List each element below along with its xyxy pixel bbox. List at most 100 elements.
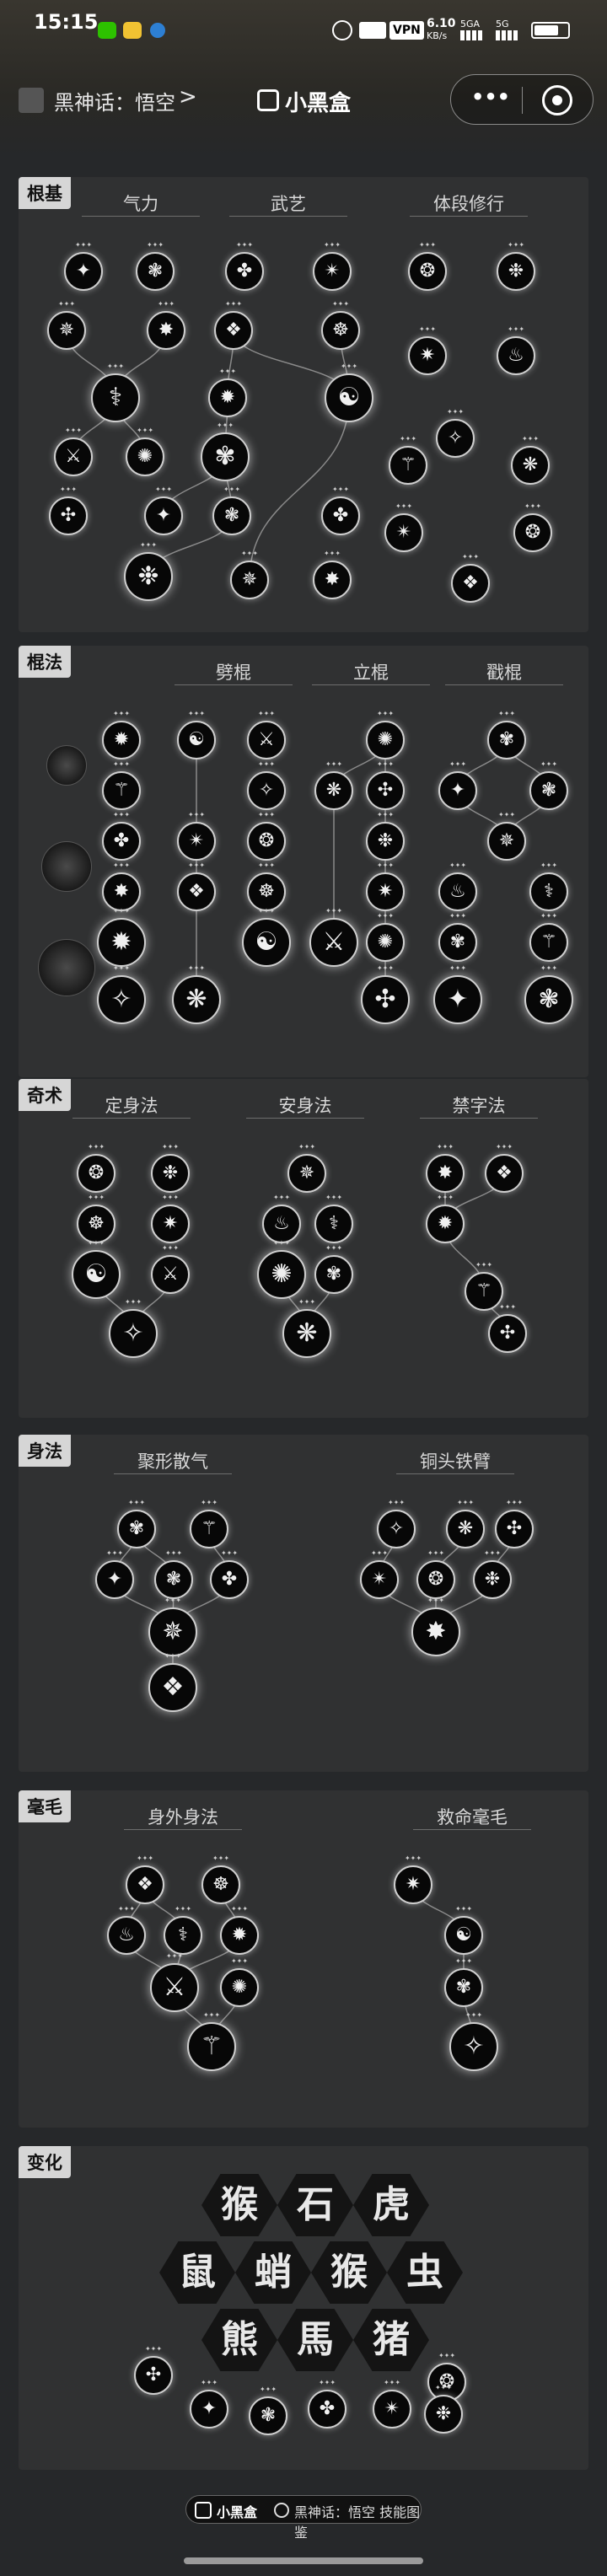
skill-node[interactable]: ✦✦✦ ✦ (64, 241, 103, 291)
skill-node[interactable]: ✦✦✦ ✣ (134, 2345, 173, 2395)
skill-node[interactable]: ✦✦✦ ✤ (102, 811, 141, 861)
skill-node[interactable]: ✦✦✦ ✸ (411, 1597, 460, 1656)
skill-node[interactable]: ✦✦✦ ✵ (230, 550, 269, 599)
skill-node[interactable]: ✦✦✦ ✺ (126, 427, 164, 476)
transformation-glyph[interactable]: 馬 (277, 2309, 353, 2371)
skill-node[interactable]: ✦✦✦ ❖ (177, 861, 216, 911)
close-button[interactable] (542, 85, 572, 115)
skill-node[interactable]: ✦✦✦ ❉ (473, 1549, 512, 1599)
skill-node[interactable]: ✦✦✦ ✧ (247, 760, 286, 810)
transformation-glyph[interactable]: 蛸 (235, 2241, 311, 2304)
skill-node[interactable]: ✦✦✦ ♨ (107, 1905, 146, 1955)
skill-node[interactable]: ✦✦✦ ☯ (72, 1239, 121, 1299)
skill-node[interactable]: ✦✦✦ ✦ (438, 760, 477, 810)
skill-node[interactable]: ✦✦✦ ✦ (95, 1549, 134, 1599)
skill-node[interactable]: ✦✦✦ ✤ (225, 241, 264, 291)
skill-node[interactable]: ✦✦✦ ⚕ (91, 362, 140, 422)
skill-node[interactable]: ✦✦✦ ❃ (154, 1549, 193, 1599)
skill-node[interactable]: ✦✦✦ ✸ (147, 300, 185, 350)
skill-node[interactable]: ✦✦✦ ❉ (366, 811, 405, 861)
skill-node[interactable]: ✦✦✦ ✣ (495, 1499, 534, 1548)
skill-node[interactable]: ✦✦✦ ❋ (172, 964, 221, 1024)
skill-node[interactable]: ✦✦✦ ✷ (408, 325, 447, 375)
skill-node[interactable]: ✦✦✦ ⚚ (190, 1499, 228, 1548)
skill-node[interactable]: ✦✦✦ ⚕ (164, 1905, 202, 1955)
skill-node[interactable]: ✦✦✦ ✸ (426, 1143, 465, 1193)
skill-node[interactable]: ✦✦✦ ✴ (373, 2379, 411, 2428)
skill-node[interactable]: ✦✦✦ ✾ (117, 1499, 156, 1548)
skill-node[interactable]: ✦✦✦ ✷ (366, 861, 405, 911)
footer-pill[interactable]: 小黑盒 黑神话：悟空 技能图鉴 (185, 2495, 422, 2541)
skill-node[interactable]: ✦✦✦ ❃ (212, 486, 251, 535)
skill-node[interactable]: ✦✦✦ ✺ (366, 710, 405, 759)
skill-node[interactable]: ✦✦✦ ✤ (321, 486, 360, 535)
stance-icon[interactable] (38, 939, 95, 996)
skill-node[interactable]: ✦✦✦ ✵ (47, 300, 86, 350)
skill-node[interactable]: ✦✦✦ ✧ (109, 1298, 158, 1358)
skill-node[interactable]: ✦✦✦ ⚚ (529, 912, 568, 962)
transformation-glyph[interactable]: 虎 (353, 2174, 429, 2236)
skill-node[interactable]: ✦✦✦ ✧ (97, 964, 146, 1024)
skill-node[interactable]: ✦✦✦ ✺ (257, 1239, 306, 1299)
skill-node[interactable]: ✦✦✦ ♨ (497, 325, 535, 375)
skill-node[interactable]: ✦✦✦ ❉ (124, 541, 173, 601)
skill-node[interactable]: ✦✦✦ ⚚ (389, 435, 427, 485)
skill-node[interactable]: ✦✦✦ ☸ (77, 1194, 115, 1243)
skill-node[interactable]: ✦✦✦ ✤ (308, 2379, 346, 2428)
skill-node[interactable]: ✦✦✦ ☯ (177, 710, 216, 759)
more-button[interactable]: ••• (471, 85, 510, 109)
skill-node[interactable]: ✦✦✦ ❋ (314, 760, 353, 810)
transformation-glyph[interactable]: 熊 (201, 2309, 277, 2371)
skill-node[interactable]: ✦✦✦ ✾ (314, 1244, 353, 1294)
skill-node[interactable]: ✦✦✦ ❉ (424, 2384, 463, 2434)
skill-node[interactable]: ✦✦✦ ☸ (247, 861, 286, 911)
transformation-glyph[interactable]: 虫 (387, 2241, 463, 2304)
chevron-right-icon[interactable]: > (179, 84, 197, 110)
skill-node[interactable]: ✦✦✦ ❖ (485, 1143, 524, 1193)
skill-node[interactable]: ✦✦✦ ✷ (394, 1854, 432, 1904)
skill-node[interactable]: ✦✦✦ ⚔ (151, 1244, 190, 1294)
transformation-glyph[interactable]: 猴 (201, 2174, 277, 2236)
game-avatar[interactable] (19, 88, 44, 113)
skill-node[interactable]: ✦✦✦ ✤ (210, 1549, 249, 1599)
skill-node[interactable]: ✦✦✦ ✷ (151, 1194, 190, 1243)
skill-node[interactable]: ✦✦✦ ✣ (366, 760, 405, 810)
transformation-glyph[interactable]: 猴 (311, 2241, 387, 2304)
skill-node[interactable]: ✦✦✦ ✣ (49, 486, 88, 535)
skill-node[interactable]: ✦✦✦ ✵ (148, 1597, 197, 1656)
skill-node[interactable]: ✦✦✦ ☯ (325, 362, 373, 422)
skill-node[interactable]: ✦✦✦ ⚔ (247, 710, 286, 759)
skill-node[interactable]: ✦✦✦ ✣ (488, 1303, 527, 1353)
skill-node[interactable]: ✦✦✦ ❖ (214, 300, 253, 350)
skill-node[interactable]: ✦✦✦ ⚕ (314, 1194, 353, 1243)
skill-node[interactable]: ✦✦✦ ✦ (144, 486, 183, 535)
skill-node[interactable]: ✦✦✦ ✺ (366, 912, 405, 962)
skill-node[interactable]: ✦✦✦ ✹ (220, 1905, 259, 1955)
skill-node[interactable]: ✦✦✦ ⚔ (150, 1952, 199, 2012)
skill-node[interactable]: ✦✦✦ ✴ (177, 811, 216, 861)
home-indicator[interactable] (184, 2557, 423, 2564)
skill-node[interactable]: ✦✦✦ ☸ (201, 1854, 240, 1904)
stance-icon[interactable] (46, 745, 87, 786)
skill-node[interactable]: ✦✦✦ ♨ (262, 1194, 301, 1243)
skill-node[interactable]: ✦✦✦ ✧ (449, 2011, 498, 2071)
skill-node[interactable]: ✦✦✦ ❃ (136, 241, 175, 291)
skill-node[interactable]: ✦✦✦ ✧ (377, 1499, 416, 1548)
skill-node[interactable]: ✦✦✦ ✵ (487, 811, 526, 861)
skill-node[interactable]: ✦✦✦ ❃ (529, 760, 568, 810)
skill-node[interactable]: ✦✦✦ ✵ (287, 1143, 326, 1193)
skill-node[interactable]: ✦✦✦ ❋ (446, 1499, 485, 1548)
skill-node[interactable]: ✦✦✦ ☯ (242, 907, 291, 967)
skill-node[interactable]: ✦✦✦ ✾ (444, 1957, 483, 2007)
skill-node[interactable]: ✦✦✦ ✣ (361, 964, 410, 1024)
skill-node[interactable]: ✦✦✦ ✦ (433, 964, 482, 1024)
skill-node[interactable]: ✦✦✦ ✸ (313, 550, 352, 599)
skill-node[interactable]: ✦✦✦ ❋ (282, 1298, 331, 1358)
skill-node[interactable]: ✦✦✦ ⚔ (54, 427, 93, 476)
skill-node[interactable]: ✦✦✦ ♨ (438, 861, 477, 911)
skill-node[interactable]: ✦✦✦ ☸ (321, 300, 360, 350)
skill-node[interactable]: ✦✦✦ ✹ (102, 710, 141, 759)
skill-node[interactable]: ✦✦✦ ❂ (77, 1143, 115, 1193)
skill-node[interactable]: ✦✦✦ ☯ (444, 1905, 483, 1955)
skill-node[interactable]: ✦✦✦ ✴ (384, 502, 423, 552)
